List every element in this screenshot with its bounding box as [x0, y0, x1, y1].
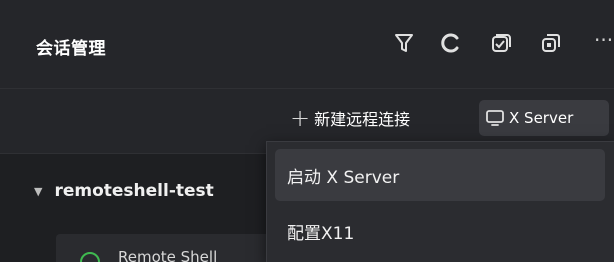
more-icon[interactable]: ···: [594, 30, 613, 50]
new-remote-connection-label: 新建远程连接: [314, 110, 411, 129]
new-remote-connection-button[interactable]: + 新建远程连接: [290, 104, 410, 132]
session-group-item[interactable]: ▼ remoteshell-test: [34, 181, 214, 201]
page-title: 会话管理: [36, 39, 106, 59]
session-item-label: Remote Shell: [118, 248, 218, 262]
x-server-button[interactable]: X Server: [479, 100, 609, 136]
refresh-icon[interactable]: [436, 28, 466, 58]
filter-icon[interactable]: [389, 28, 419, 58]
caret-down-icon[interactable]: ▼: [34, 185, 42, 198]
session-group-label: remoteshell-test: [54, 181, 214, 201]
menu-item-start-x-server[interactable]: 启动 X Server: [275, 149, 605, 201]
session-manager-panel: 会话管理 ··· + 新建远程连接 X Server ▼ remoteshell…: [0, 0, 614, 262]
menu-item-configure-x11[interactable]: 配置X11: [275, 205, 605, 257]
plus-icon: +: [290, 104, 311, 132]
x-server-dropdown-menu: 启动 X Server 配置X11: [266, 141, 614, 262]
x-server-label: X Server: [509, 109, 574, 127]
panel-header: 会话管理 ···: [0, 0, 614, 88]
monitor-icon: [485, 109, 505, 127]
checklist-icon[interactable]: [486, 28, 516, 58]
copy-icon[interactable]: [536, 28, 566, 58]
